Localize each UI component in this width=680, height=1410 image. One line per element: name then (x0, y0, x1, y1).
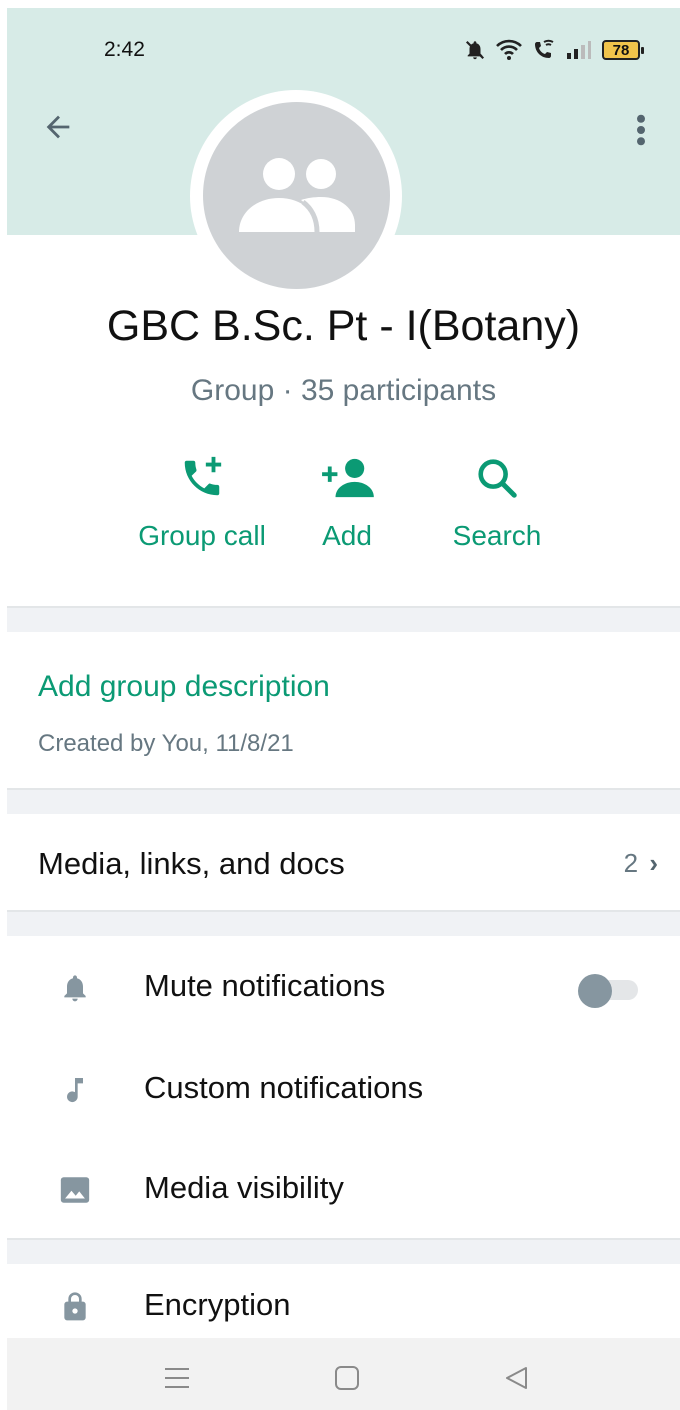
add-call-icon (184, 456, 222, 496)
search-icon (478, 459, 517, 498)
status-time: 2:42 (104, 38, 145, 61)
battery-level: 78 (612, 41, 630, 59)
group-call-label: Group call (138, 520, 266, 551)
section-divider (7, 910, 680, 936)
arrow-left-icon[interactable] (41, 110, 75, 144)
bell-icon (57, 970, 93, 1006)
media-links-docs-label: Media, links, and docs (38, 846, 345, 881)
system-nav-bar (7, 1338, 680, 1410)
custom-notifications-label: Custom notifications (144, 1070, 424, 1105)
wifi-call-icon (535, 39, 554, 58)
search-button[interactable]: Search (437, 448, 557, 552)
home-square-icon[interactable] (329, 1360, 365, 1396)
custom-notifications-row[interactable]: Custom notifications (7, 1056, 680, 1126)
add-participant-button[interactable]: Add (297, 448, 397, 552)
section-divider (7, 1238, 680, 1264)
media-visibility-row[interactable]: Media visibility (7, 1156, 680, 1226)
toggle-knob (578, 974, 612, 1008)
section-divider (7, 788, 680, 814)
mute-notifications-row[interactable]: Mute notifications (7, 954, 680, 1024)
mute-bell-icon (465, 40, 485, 60)
avatar[interactable] (203, 102, 390, 289)
media-count-value: 2 (623, 848, 639, 878)
group-call-button[interactable]: Group call (127, 448, 277, 552)
more-vert-icon[interactable] (626, 110, 656, 150)
section-divider (7, 606, 680, 632)
search-label: Search (452, 520, 542, 551)
action-bar: Group call Add Search (7, 448, 680, 578)
image-icon (57, 1172, 93, 1208)
back-triangle-icon[interactable] (499, 1360, 535, 1396)
status-bar: 2:42 78 (7, 8, 680, 78)
group-name[interactable]: GBC B.Sc. Pt - I(Botany) (7, 302, 680, 351)
lock-icon (57, 1289, 93, 1325)
add-description-link[interactable]: Add group description (38, 670, 330, 704)
encryption-label: Encryption (144, 1287, 291, 1322)
mute-toggle[interactable] (578, 974, 638, 1008)
chevron-right-icon: › (649, 848, 658, 878)
menu-icon[interactable] (159, 1360, 195, 1396)
encryption-row[interactable]: Encryption (7, 1273, 680, 1343)
wifi-icon (496, 39, 522, 60)
group-icon (238, 157, 355, 232)
mute-notifications-label: Mute notifications (144, 968, 386, 1003)
add-person-icon (322, 458, 374, 498)
created-info: Created by You, 11/8/21 (38, 730, 294, 757)
add-label: Add (322, 520, 372, 551)
signal-icon (567, 41, 591, 59)
screen: 2:42 78 GBC B.Sc. Pt - I(Botany) Group ·… (7, 8, 680, 1410)
media-count: 2 › (624, 848, 658, 879)
status-icons: 78 (464, 37, 644, 63)
group-subtitle: Group · 35 participants (190, 374, 497, 407)
music-note-icon (57, 1072, 93, 1108)
battery-icon: 78 (602, 40, 644, 60)
media-visibility-label: Media visibility (144, 1170, 344, 1205)
